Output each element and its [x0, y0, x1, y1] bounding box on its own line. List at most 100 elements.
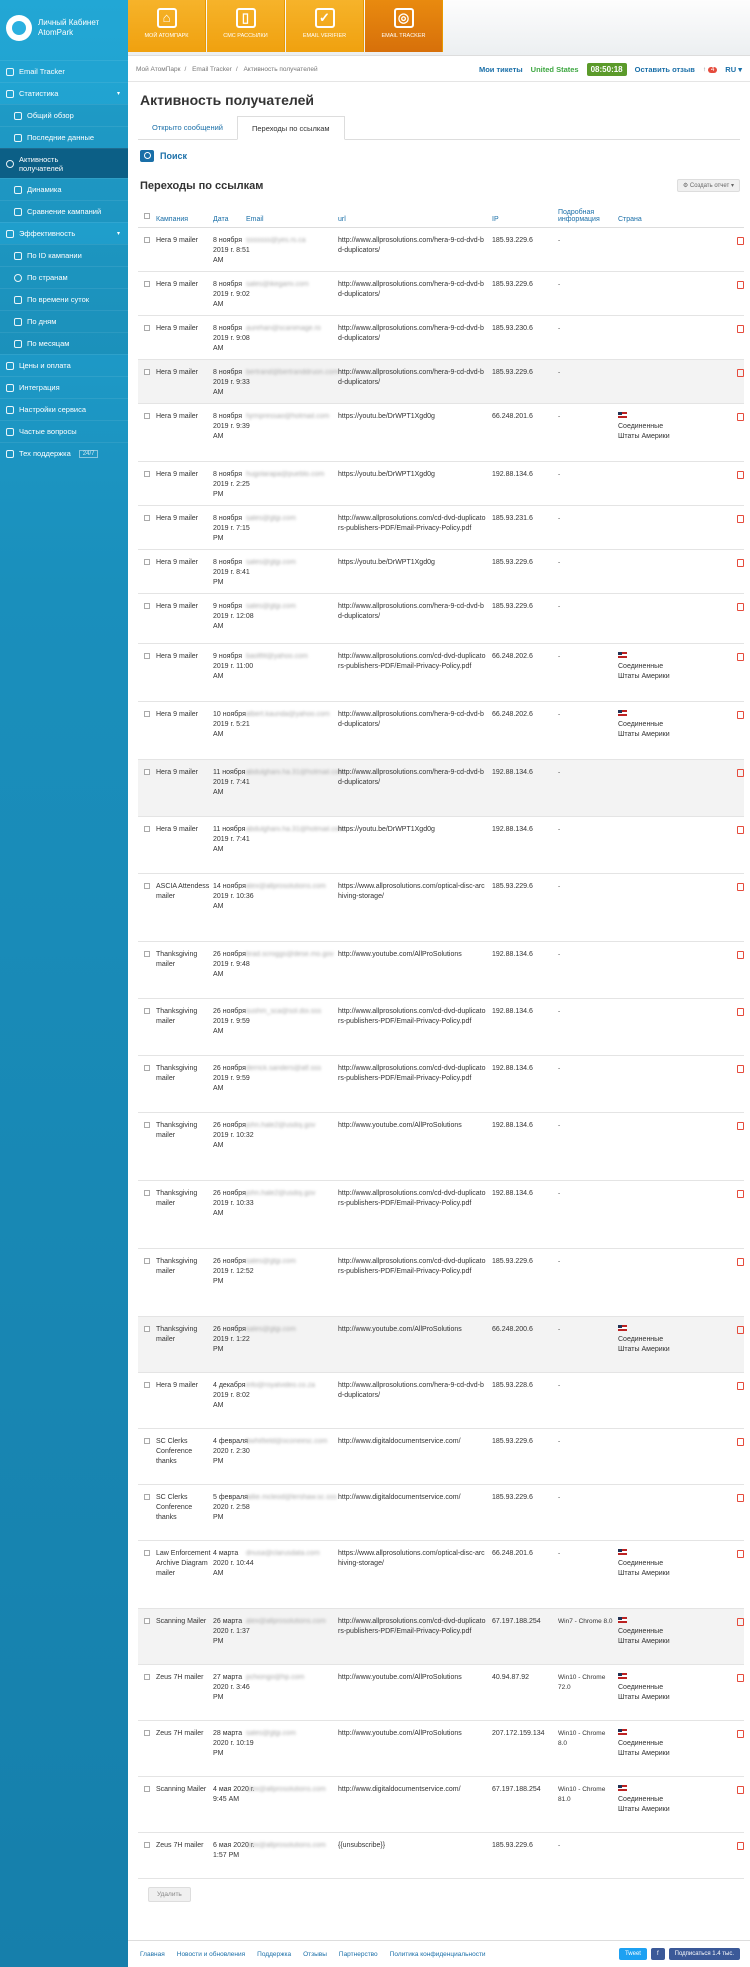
footer-link[interactable]: Политика конфиденциальности — [390, 1951, 486, 1958]
row-checkbox[interactable] — [144, 951, 150, 957]
pdf-icon[interactable] — [737, 1550, 744, 1558]
pdf-icon[interactable] — [737, 471, 744, 479]
pdf-icon[interactable] — [737, 711, 744, 719]
row-checkbox[interactable] — [144, 1382, 150, 1388]
sidebar-item[interactable]: Интеграция — [0, 376, 128, 398]
row-checkbox[interactable] — [144, 603, 150, 609]
row-checkbox[interactable] — [144, 1008, 150, 1014]
row-checkbox[interactable] — [144, 1550, 150, 1556]
delete-button[interactable]: Удалить — [148, 1887, 191, 1902]
pdf-icon[interactable] — [737, 1842, 744, 1850]
pdf-icon[interactable] — [737, 951, 744, 959]
row-checkbox[interactable] — [144, 1786, 150, 1792]
pdf-icon[interactable] — [737, 769, 744, 777]
row-checkbox[interactable] — [144, 1065, 150, 1071]
row-checkbox[interactable] — [144, 1190, 150, 1196]
breadcrumb-home[interactable]: Мой АтомПарк — [136, 66, 180, 73]
footer-link[interactable]: Поддержка — [257, 1951, 291, 1958]
row-checkbox[interactable] — [144, 515, 150, 521]
pdf-icon[interactable] — [737, 1494, 744, 1502]
pdf-icon[interactable] — [737, 826, 744, 834]
row-checkbox[interactable] — [144, 1618, 150, 1624]
pdf-icon[interactable] — [737, 1190, 744, 1198]
sidebar-item[interactable]: Сравнение кампаний — [0, 200, 128, 222]
footer-link[interactable]: Отзывы — [303, 1951, 327, 1958]
sidebar-item[interactable]: Эффективность ▾ — [0, 222, 128, 244]
pdf-icon[interactable] — [737, 883, 744, 891]
select-all-checkbox[interactable] — [144, 213, 150, 219]
col-ip[interactable]: IP — [492, 216, 499, 223]
pdf-icon[interactable] — [737, 1258, 744, 1266]
pdf-icon[interactable] — [737, 559, 744, 567]
row-checkbox[interactable] — [144, 1494, 150, 1500]
tab-opened-messages[interactable]: Открыто сообщений — [138, 116, 237, 139]
pdf-icon[interactable] — [737, 1065, 744, 1073]
sidebar-item[interactable]: Email Tracker — [0, 60, 128, 82]
row-checkbox[interactable] — [144, 281, 150, 287]
row-checkbox[interactable] — [144, 471, 150, 477]
row-checkbox[interactable] — [144, 711, 150, 717]
subscribe-button[interactable]: Подписаться 1.4 тыс. — [668, 1948, 740, 1960]
row-checkbox[interactable] — [144, 826, 150, 832]
col-campaign[interactable]: Кампания — [156, 216, 188, 223]
footer-link[interactable]: Партнерство — [339, 1951, 378, 1958]
pdf-icon[interactable] — [737, 603, 744, 611]
row-checkbox[interactable] — [144, 1674, 150, 1680]
row-checkbox[interactable] — [144, 325, 150, 331]
language-select[interactable]: RU ▾ — [725, 65, 742, 74]
row-checkbox[interactable] — [144, 769, 150, 775]
notifications[interactable]: ↑ 4 — [703, 66, 718, 73]
pdf-icon[interactable] — [737, 1438, 744, 1446]
row-checkbox[interactable] — [144, 237, 150, 243]
search-toggle[interactable]: Поиск — [140, 150, 750, 162]
facebook-icon[interactable]: f — [650, 1948, 665, 1960]
tile-0[interactable]: ⌂ Мой АтомПарк — [128, 0, 206, 52]
col-date[interactable]: Дата — [213, 216, 229, 223]
sidebar-item[interactable]: Частые вопросы — [0, 420, 128, 442]
row-checkbox[interactable] — [144, 1122, 150, 1128]
feedback-link[interactable]: Оставить отзыв — [635, 65, 695, 74]
row-checkbox[interactable] — [144, 369, 150, 375]
create-report-button[interactable]: ⚙ Создать отчет ▾ — [676, 179, 740, 192]
col-url[interactable]: url — [338, 216, 346, 223]
pdf-icon[interactable] — [737, 1008, 744, 1016]
sidebar-item[interactable]: Последние данные — [0, 126, 128, 148]
pdf-icon[interactable] — [737, 1122, 744, 1130]
tab-link-clicks[interactable]: Переходы по ссылкам — [236, 116, 345, 140]
pdf-icon[interactable] — [737, 1618, 744, 1626]
brand[interactable]: Личный Кабинет AtomPark — [0, 0, 128, 56]
sidebar-item[interactable]: Статистика ▾ — [0, 82, 128, 104]
row-checkbox[interactable] — [144, 1258, 150, 1264]
sidebar-item[interactable]: По странам — [0, 266, 128, 288]
pdf-icon[interactable] — [737, 1326, 744, 1334]
pdf-icon[interactable] — [737, 1382, 744, 1390]
pdf-icon[interactable] — [737, 653, 744, 661]
pdf-icon[interactable] — [737, 281, 744, 289]
tweet-button[interactable]: Tweet — [618, 1948, 647, 1960]
pdf-icon[interactable] — [737, 369, 744, 377]
breadcrumb-email-tracker[interactable]: Email Tracker — [192, 66, 232, 73]
pdf-icon[interactable] — [737, 1674, 744, 1682]
row-checkbox[interactable] — [144, 883, 150, 889]
sidebar-item[interactable]: Настройки сервиса — [0, 398, 128, 420]
sidebar-item[interactable]: По ID кампании — [0, 244, 128, 266]
footer-link[interactable]: Главная — [140, 1951, 165, 1958]
sidebar-item[interactable]: Активность получателей — [0, 148, 128, 178]
col-email[interactable]: Email — [246, 216, 264, 223]
pdf-icon[interactable] — [737, 325, 744, 333]
sidebar-item[interactable]: Общий обзор — [0, 104, 128, 126]
row-checkbox[interactable] — [144, 1730, 150, 1736]
row-checkbox[interactable] — [144, 1326, 150, 1332]
sidebar-item[interactable]: По дням — [0, 310, 128, 332]
pdf-icon[interactable] — [737, 237, 744, 245]
tile-3[interactable]: ◎ Email tracker — [365, 0, 443, 52]
sidebar-item[interactable]: Цены и оплата — [0, 354, 128, 376]
row-checkbox[interactable] — [144, 559, 150, 565]
my-tickets-link[interactable]: Мои тикеты — [479, 65, 523, 74]
row-checkbox[interactable] — [144, 653, 150, 659]
row-checkbox[interactable] — [144, 413, 150, 419]
sidebar-item[interactable]: Динамика — [0, 178, 128, 200]
pdf-icon[interactable] — [737, 1786, 744, 1794]
tile-2[interactable]: ✓ Email verifier — [286, 0, 364, 52]
pdf-icon[interactable] — [737, 413, 744, 421]
